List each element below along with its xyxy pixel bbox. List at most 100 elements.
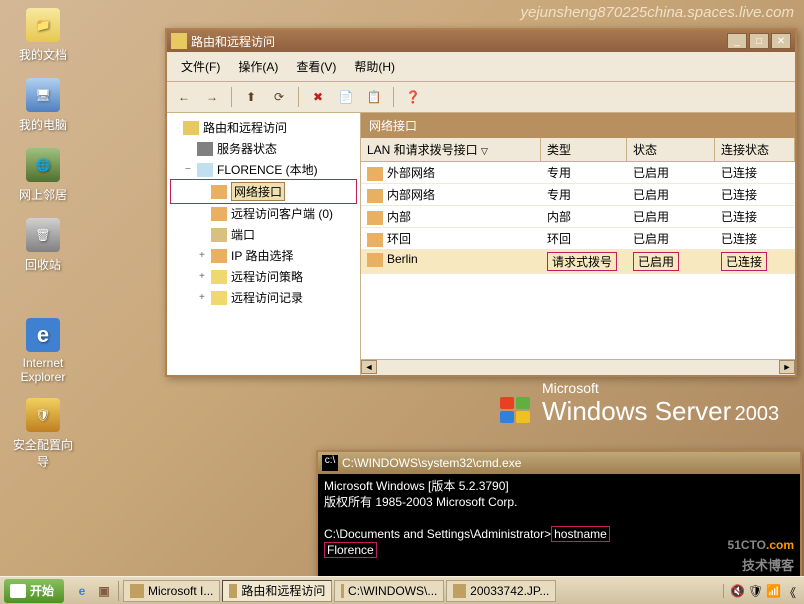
row-icon (367, 253, 383, 267)
task-label: 20033742.JP... (470, 584, 549, 598)
cell: 环回 (361, 228, 541, 249)
cell: 已连接 (715, 162, 795, 183)
desktop-icon[interactable]: ▣ (94, 581, 114, 601)
list-row-4[interactable]: Berlin请求式拨号已启用已连接 (361, 250, 795, 274)
cell: 已启用 (627, 250, 715, 273)
refresh-icon[interactable]: ⟳ (268, 86, 290, 108)
ie-icon[interactable]: e (72, 581, 92, 601)
start-flag-icon (10, 584, 26, 598)
list-row-2[interactable]: 内部内部已启用已连接 (361, 206, 795, 228)
task-label: 路由和远程访问 (241, 582, 325, 599)
cell: 专用 (541, 184, 627, 205)
task-img[interactable]: 20033742.JP... (446, 580, 556, 602)
list-row-1[interactable]: 内部网络专用已启用已连接 (361, 184, 795, 206)
list-row-0[interactable]: 外部网络专用已启用已连接 (361, 162, 795, 184)
menu-0[interactable]: 文件(F) (173, 56, 228, 77)
row-icon (367, 233, 383, 247)
tree-ip-routing[interactable]: + IP 路由选择 (171, 245, 356, 266)
node-icon (211, 291, 227, 305)
up-icon[interactable]: ⬆ (240, 86, 262, 108)
system-tray[interactable]: 🔇 🛡 📶 《 (723, 584, 804, 598)
tray-icon-2[interactable]: 📶 (766, 584, 780, 598)
quicklaunch: e▣ (68, 581, 119, 601)
col-header-3[interactable]: 连接状态 (715, 138, 795, 161)
internet-explorer[interactable]: e Internet Explorer (8, 318, 78, 384)
node-label: 远程访问客户端 (0) (231, 205, 333, 222)
interface-list[interactable]: LAN 和请求拨号接口 ▽类型状态连接状态 外部网络专用已启用已连接内部网络专用… (361, 138, 795, 359)
maximize-button[interactable]: □ (749, 33, 769, 49)
task-icon (229, 584, 237, 598)
minimize-button[interactable]: _ (727, 33, 747, 49)
watermark: yejunsheng870225china.spaces.live.com (520, 4, 794, 21)
recycle-bin[interactable]: 🗑 回收站 (8, 218, 78, 273)
tree-remote-log[interactable]: + 远程访问记录 (171, 287, 356, 308)
ws-main: Windows Server (542, 396, 731, 426)
cell: 已连接 (715, 250, 795, 273)
help-icon[interactable]: ❓ (402, 86, 424, 108)
node-icon (211, 185, 227, 199)
col-header-2[interactable]: 状态 (627, 138, 715, 161)
tray-icon-3[interactable]: 《 (784, 584, 798, 598)
my-computer[interactable]: 🖥 我的电脑 (8, 78, 78, 133)
hscrollbar[interactable]: ◄ ► (361, 359, 795, 375)
col-header-0[interactable]: LAN 和请求拨号接口 ▽ (361, 138, 541, 161)
network-places[interactable]: 🌐 网上邻居 (8, 148, 78, 203)
tree-root[interactable]: 路由和远程访问 (171, 117, 356, 138)
separator (231, 87, 232, 107)
close-button[interactable]: ✕ (771, 33, 791, 49)
task-ie[interactable]: Microsoft I... (123, 580, 220, 602)
expand-icon[interactable]: − (185, 164, 195, 175)
list-row-3[interactable]: 环回环回已启用已连接 (361, 228, 795, 250)
node-label: 网络接口 (231, 182, 285, 201)
security-wizard-label: 安全配置向导 (8, 436, 78, 470)
properties-icon[interactable]: 📄 (335, 86, 357, 108)
cell: 内部网络 (361, 184, 541, 205)
recycle-bin-icon: 🗑 (26, 218, 60, 252)
cell: 专用 (541, 162, 627, 183)
rras-titlebar[interactable]: 路由和远程访问 _ □ ✕ (167, 30, 795, 52)
expand-icon[interactable]: + (199, 292, 209, 303)
delete-icon[interactable]: ✖ (307, 86, 329, 108)
network-places-icon: 🌐 (26, 148, 60, 182)
menu-1[interactable]: 操作(A) (230, 56, 286, 77)
cell: 已连接 (715, 184, 795, 205)
tree-florence[interactable]: − FLORENCE (本地) (171, 159, 356, 180)
start-button[interactable]: 开始 (4, 579, 64, 603)
scroll-right-icon[interactable]: ► (779, 360, 795, 374)
expand-icon[interactable]: + (199, 250, 209, 261)
my-documents[interactable]: 📁 我的文档 (8, 8, 78, 63)
rras-window: 路由和远程访问 _ □ ✕ 文件(F)操作(A)查看(V)帮助(H) ← → ⬆ ⟳ ✖… (165, 28, 797, 377)
export-icon[interactable]: 📋 (363, 86, 385, 108)
forward-icon[interactable]: → (201, 86, 223, 108)
tree-remote-clients[interactable]: 远程访问客户端 (0) (171, 203, 356, 224)
cmd-line: Florence (324, 542, 794, 558)
cmd-titlebar[interactable]: c:\ C:\WINDOWS\system32\cmd.exe (318, 452, 800, 474)
col-header-1[interactable]: 类型 (541, 138, 627, 161)
node-icon (211, 207, 227, 221)
scroll-track[interactable] (377, 360, 779, 375)
tree-network-if[interactable]: 网络接口 (171, 180, 356, 203)
tree-server-status[interactable]: 服务器状态 (171, 138, 356, 159)
tray-icon-0[interactable]: 🔇 (730, 584, 744, 598)
windows-flag-icon (500, 397, 534, 427)
menu-2[interactable]: 查看(V) (288, 56, 344, 77)
my-computer-icon: 🖥 (26, 78, 60, 112)
task-rras[interactable]: 路由和远程访问 (222, 580, 332, 602)
scroll-left-icon[interactable]: ◄ (361, 360, 377, 374)
my-computer-label: 我的电脑 (8, 116, 78, 133)
expand-icon[interactable]: + (199, 271, 209, 282)
security-wizard[interactable]: 🛡 安全配置向导 (8, 398, 78, 470)
task-cmd[interactable]: C:\WINDOWS\... (334, 580, 444, 602)
back-icon[interactable]: ← (173, 86, 195, 108)
task-icon (453, 584, 466, 598)
tray-icon-1[interactable]: 🛡 (748, 584, 762, 598)
pane-header: 网络接口 (361, 113, 795, 138)
cell: 已启用 (627, 184, 715, 205)
list-header[interactable]: LAN 和请求拨号接口 ▽类型状态连接状态 (361, 138, 795, 162)
tree-ports[interactable]: 端口 (171, 224, 356, 245)
rras-tree[interactable]: 路由和远程访问 服务器状态 − FLORENCE (本地) 网络接口 远程访问客… (167, 113, 361, 375)
tree-remote-policy[interactable]: + 远程访问策略 (171, 266, 356, 287)
menu-3[interactable]: 帮助(H) (346, 56, 403, 77)
cell: 环回 (541, 228, 627, 249)
rras-right-pane: 网络接口 LAN 和请求拨号接口 ▽类型状态连接状态 外部网络专用已启用已连接内… (361, 113, 795, 375)
